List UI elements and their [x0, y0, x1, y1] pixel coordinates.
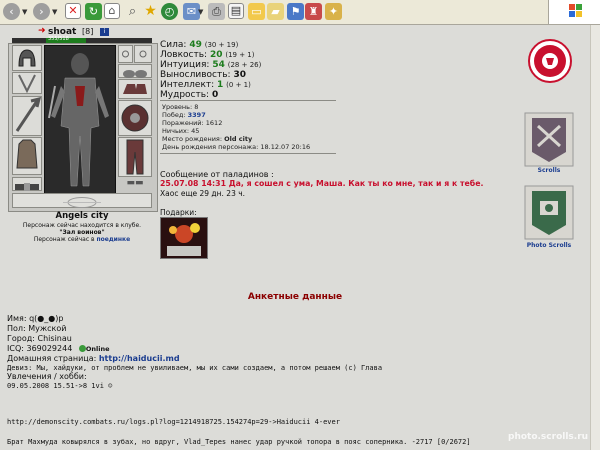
armor-slot[interactable] — [12, 137, 42, 175]
online-status-icon — [78, 345, 86, 352]
character-level: [8] — [82, 27, 94, 36]
refresh-icon[interactable]: ↻ — [85, 3, 102, 20]
discuss-icon[interactable]: ▭ — [248, 3, 265, 20]
profile-title: Анкетные данные — [247, 292, 343, 302]
photo-scrolls-icon[interactable] — [524, 185, 574, 240]
homepage-label: Домашняя страница: — [7, 354, 97, 363]
profile-city: Город: Chisinau — [7, 334, 72, 343]
fight-link[interactable]: поединке — [96, 236, 130, 243]
hp-text: 355/518 — [48, 36, 69, 42]
back-dropdown-icon[interactable]: ▼ — [22, 8, 27, 16]
stat-agility: Ловкость: 20 (19 + 1) — [160, 50, 255, 60]
history-icon[interactable]: ◴ — [161, 3, 178, 20]
online-label: Online — [85, 345, 110, 353]
gifts-label: Подарки: — [160, 208, 197, 217]
photo-scrolls-link[interactable]: Photo Scrolls — [515, 242, 583, 249]
stats-divider — [160, 100, 336, 101]
edit-icon[interactable]: ▤ — [228, 3, 244, 19]
gift-image[interactable] — [160, 217, 208, 259]
character-avatar[interactable] — [44, 45, 116, 195]
print-icon[interactable]: ⎙ — [208, 3, 225, 20]
windows-logo-icon — [548, 0, 600, 24]
paladin-header: Сообщение от паладинов : — [160, 170, 274, 179]
info-divider — [160, 153, 336, 154]
shield-slot[interactable] — [118, 100, 152, 136]
stats-list: Сила: 49 (30 + 19) Ловкость: 20 (19 + 1)… — [160, 40, 340, 100]
search-icon[interactable]: ⌕ — [124, 3, 141, 20]
battle-log-line: Брат Махмуда ковырялся в зубах, но вдруг… — [7, 438, 471, 446]
stat-endurance: Выносливость: 30 — [160, 70, 246, 80]
info-birthday: День рождения персонажа: 18.12.07 20:16 — [162, 143, 311, 151]
scrolls-link[interactable]: Scrolls — [520, 167, 578, 174]
log-url[interactable]: http://demonscity.combats.ru/logs.pl?log… — [7, 417, 340, 428]
legs-slot[interactable] — [118, 137, 152, 177]
chaos-duration: Хаос еще 29 дн. 23 ч. — [160, 189, 246, 198]
boots-slot[interactable]: ▬▬ — [118, 178, 152, 192]
watermark: photo.scrolls.ru — [508, 432, 589, 442]
vertical-scrollbar[interactable] — [590, 25, 600, 450]
fight-status: Персонаж сейчас в поединке — [0, 236, 164, 243]
tools-icon[interactable]: ✦ — [325, 3, 342, 20]
stat-intuition: Интуиция: 54 (28 + 26) — [160, 60, 262, 70]
profile-gender: Пол: Мужской — [7, 324, 67, 333]
club-status-text: Персонаж сейчас находится в клубе. — [22, 222, 142, 229]
homepage-link[interactable]: http://haiducii.md — [99, 354, 180, 363]
gloves-slot[interactable] — [118, 79, 152, 99]
clan-emblem-icon[interactable] — [527, 38, 573, 84]
room-name: "Зал воинов" — [59, 229, 105, 236]
scrolls-icon[interactable] — [524, 112, 574, 167]
mail-dropdown-icon[interactable]: ▼ — [198, 8, 203, 16]
belt-slot[interactable] — [12, 177, 42, 191]
weapon-slot[interactable] — [12, 96, 42, 136]
paladin-message: 25.07.08 14:31 Да, я сошел с ума, Маша. … — [160, 179, 484, 188]
profile-name: Имя: q(●_●)p — [7, 314, 64, 323]
folder-icon[interactable]: ▰ — [267, 3, 284, 20]
stop-icon[interactable]: ✕ — [65, 3, 81, 19]
messenger-icon[interactable]: ⚑ — [287, 3, 304, 20]
favorites-star-icon[interactable]: ★ — [142, 3, 159, 20]
stat-intellect: Интеллект: 1 (0 + 1) — [160, 80, 251, 90]
earring-slot-2[interactable] — [134, 45, 152, 63]
browser-toolbar: ‹ ▼ › ▼ ✕ ↻ ⌂ ⌕ ★ ◴ ✉ ▼ ⎙ ▤ ▭ ▰ ⚑ ♜ ✦ — [0, 0, 600, 25]
rune-belt-slot[interactable] — [12, 193, 152, 208]
forward-button[interactable]: › — [33, 3, 50, 20]
home-icon[interactable]: ⌂ — [104, 3, 120, 19]
helmet-slot[interactable] — [12, 45, 42, 71]
forward-dropdown-icon[interactable]: ▼ — [52, 8, 57, 16]
earring-slot-1[interactable] — [118, 45, 133, 63]
profile-icq: ICQ: 369029244 Online — [7, 344, 110, 355]
arrow-icon: ➜ — [38, 26, 46, 36]
profile-date-line: 09.05.2008 15.51->8 1vi ☺ — [7, 382, 113, 390]
stat-wisdom: Мудрость: 0 — [160, 90, 219, 100]
stat-strength: Сила: 49 (30 + 19) — [160, 40, 239, 50]
icq-number: ICQ: 369029244 — [7, 344, 73, 353]
character-city: Angels city — [55, 211, 109, 221]
info-icon[interactable]: i — [100, 28, 109, 36]
research-icon[interactable]: ♜ — [305, 3, 322, 20]
back-button[interactable]: ‹ — [3, 3, 20, 20]
bracer-slot[interactable] — [118, 64, 152, 78]
fight-status-text: Персонаж сейчас в — [33, 236, 95, 243]
amulet-slot[interactable] — [12, 72, 42, 94]
